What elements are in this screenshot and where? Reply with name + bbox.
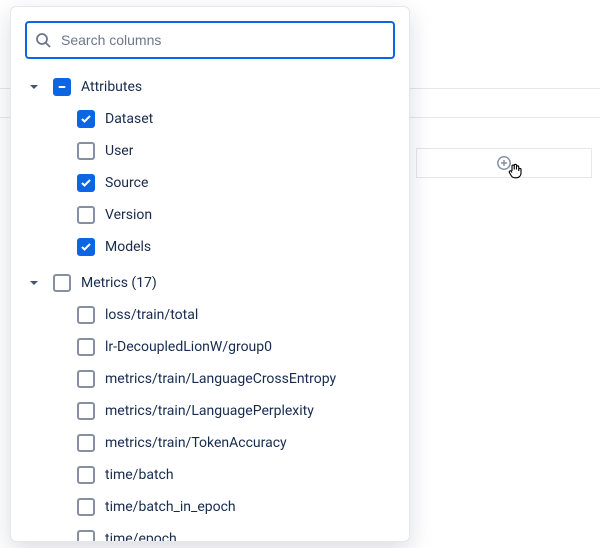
tree-item[interactable]: Models	[25, 231, 395, 263]
checkbox[interactable]	[77, 466, 95, 484]
checkbox-metrics[interactable]	[53, 274, 71, 292]
column-tree: Attributes Dataset User Source Version	[25, 71, 395, 542]
checkbox[interactable]	[77, 434, 95, 452]
checkbox[interactable]	[77, 206, 95, 224]
item-label: loss/train/total	[105, 307, 198, 323]
checkbox[interactable]	[77, 498, 95, 516]
checkbox[interactable]	[77, 174, 95, 192]
search-input[interactable]	[25, 21, 395, 59]
item-label: lr-DecoupledLionW/group0	[105, 339, 272, 355]
group-row-attributes[interactable]: Attributes	[25, 71, 395, 103]
group-row-metrics[interactable]: Metrics (17)	[25, 267, 395, 299]
tree-item[interactable]: metrics/train/LanguageCrossEntropy	[25, 363, 395, 395]
group-label: Attributes	[81, 79, 142, 95]
tree-item[interactable]: time/batch_in_epoch	[25, 491, 395, 523]
tree-item[interactable]: time/batch	[25, 459, 395, 491]
checkbox[interactable]	[77, 110, 95, 128]
search-wrap	[25, 21, 395, 59]
checkbox[interactable]	[77, 238, 95, 256]
item-label: Models	[105, 239, 151, 255]
item-label: Version	[105, 207, 152, 223]
checkbox[interactable]	[77, 370, 95, 388]
chevron-down-icon[interactable]	[25, 274, 43, 292]
checkbox-attributes[interactable]	[53, 78, 71, 96]
item-label: Source	[105, 175, 148, 191]
item-label: Dataset	[105, 111, 153, 127]
checkbox[interactable]	[77, 402, 95, 420]
tree-item[interactable]: User	[25, 135, 395, 167]
checkbox[interactable]	[77, 142, 95, 160]
tree-item[interactable]: loss/train/total	[25, 299, 395, 331]
item-label: User	[105, 143, 133, 159]
checkbox[interactable]	[77, 306, 95, 324]
item-label: time/epoch	[105, 531, 177, 542]
tree-item[interactable]: Source	[25, 167, 395, 199]
item-label: metrics/train/LanguageCrossEntropy	[105, 371, 336, 387]
tree-item[interactable]: metrics/train/TokenAccuracy	[25, 427, 395, 459]
tree-item[interactable]: Dataset	[25, 103, 395, 135]
item-label: time/batch	[105, 467, 174, 483]
column-picker-panel: Attributes Dataset User Source Version	[10, 6, 410, 542]
chevron-down-icon[interactable]	[25, 78, 43, 96]
item-label: metrics/train/TokenAccuracy	[105, 435, 287, 451]
checkbox[interactable]	[77, 530, 95, 542]
tree-item[interactable]: Version	[25, 199, 395, 231]
tree-item[interactable]: time/epoch	[25, 523, 395, 542]
pointer-cursor-icon	[506, 162, 524, 180]
item-label: metrics/train/LanguagePerplexity	[105, 403, 314, 419]
checkbox[interactable]	[77, 338, 95, 356]
add-column-cell[interactable]	[416, 148, 592, 178]
item-label: time/batch_in_epoch	[105, 499, 236, 515]
tree-item[interactable]: metrics/train/LanguagePerplexity	[25, 395, 395, 427]
tree-item[interactable]: lr-DecoupledLionW/group0	[25, 331, 395, 363]
group-label: Metrics (17)	[81, 275, 157, 291]
